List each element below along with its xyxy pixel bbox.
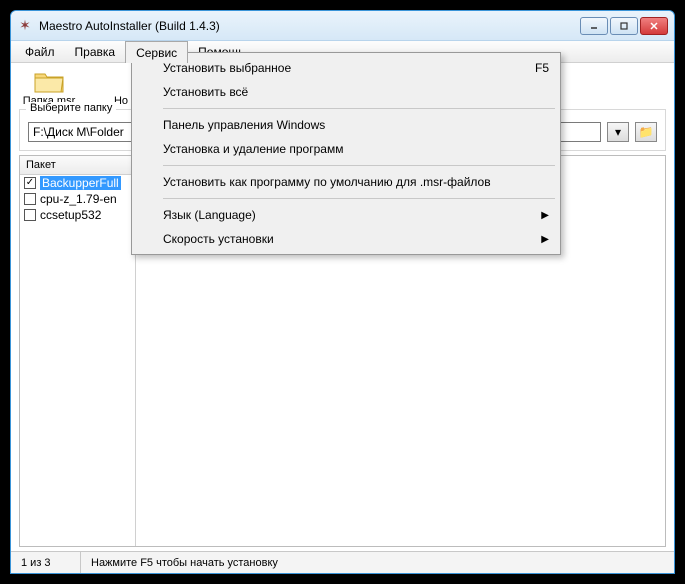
menu-add-remove[interactable]: Установка и удаление программ <box>135 137 557 161</box>
menu-label: Установка и удаление программ <box>163 142 343 156</box>
window-buttons <box>580 17 668 35</box>
close-button[interactable] <box>640 17 668 35</box>
menu-label: Скорость установки <box>163 232 274 246</box>
column-header-package[interactable]: Пакет <box>20 156 135 175</box>
titlebar: ✶ Maestro AutoInstaller (Build 1.4.3) <box>11 11 674 41</box>
package-name: cpu-z_1.79-en <box>40 192 117 206</box>
menu-separator <box>163 108 555 109</box>
menu-edit[interactable]: Правка <box>65 41 126 62</box>
menu-separator <box>163 165 555 166</box>
menu-install-all[interactable]: Установить всё <box>135 80 557 104</box>
menu-default-msr[interactable]: Установить как программу по умолчанию дл… <box>135 170 557 194</box>
menu-label: Установить всё <box>163 85 248 99</box>
list-item[interactable]: BackupperFull <box>20 175 135 191</box>
path-dropdown-button[interactable]: ▾ <box>607 122 629 142</box>
status-hint: Нажмите F5 чтобы начать установку <box>81 552 674 573</box>
folder-icon <box>33 67 65 95</box>
menu-language[interactable]: Язык (Language) ▶ <box>135 203 557 227</box>
window-title: Maestro AutoInstaller (Build 1.4.3) <box>39 19 580 33</box>
minimize-button[interactable] <box>580 17 608 35</box>
package-column: Пакет BackupperFull cpu-z_1.79-en ccsetu… <box>20 156 136 546</box>
service-dropdown: Установить выбранное F5 Установить всё П… <box>131 52 561 255</box>
menu-install-selected[interactable]: Установить выбранное F5 <box>135 56 557 80</box>
status-count: 1 из 3 <box>11 552 81 573</box>
menu-shortcut: F5 <box>535 61 549 75</box>
checkbox[interactable] <box>24 209 36 221</box>
folder-small-icon: 📁 <box>639 125 654 139</box>
toolbar-folder-msr[interactable]: Папка msr <box>19 67 79 107</box>
menu-control-panel[interactable]: Панель управления Windows <box>135 113 557 137</box>
submenu-arrow-icon: ▶ <box>541 234 549 245</box>
group-label: Выберите папку <box>26 102 116 114</box>
submenu-arrow-icon: ▶ <box>541 210 549 221</box>
chevron-down-icon: ▾ <box>615 125 621 139</box>
browse-button[interactable]: 📁 <box>635 122 657 142</box>
app-icon: ✶ <box>17 18 33 34</box>
app-window: ✶ Maestro AutoInstaller (Build 1.4.3) Фа… <box>10 10 675 574</box>
package-name: ccsetup532 <box>40 208 101 222</box>
menu-file[interactable]: Файл <box>15 41 65 62</box>
maximize-button[interactable] <box>610 17 638 35</box>
menu-separator <box>163 198 555 199</box>
menu-label: Панель управления Windows <box>163 118 325 132</box>
list-item[interactable]: cpu-z_1.79-en <box>20 191 135 207</box>
menu-label: Установить как программу по умолчанию дл… <box>163 175 491 189</box>
checkbox[interactable] <box>24 193 36 205</box>
list-item[interactable]: ccsetup532 <box>20 207 135 223</box>
package-list: BackupperFull cpu-z_1.79-en ccsetup532 <box>20 175 135 546</box>
menu-label: Язык (Language) <box>163 208 256 222</box>
menu-service[interactable]: Сервис <box>125 41 188 63</box>
checkbox[interactable] <box>24 177 36 189</box>
menu-speed[interactable]: Скорость установки ▶ <box>135 227 557 251</box>
statusbar: 1 из 3 Нажмите F5 чтобы начать установку <box>11 551 674 573</box>
package-name: BackupperFull <box>40 176 121 190</box>
menu-label: Установить выбранное <box>163 61 291 75</box>
